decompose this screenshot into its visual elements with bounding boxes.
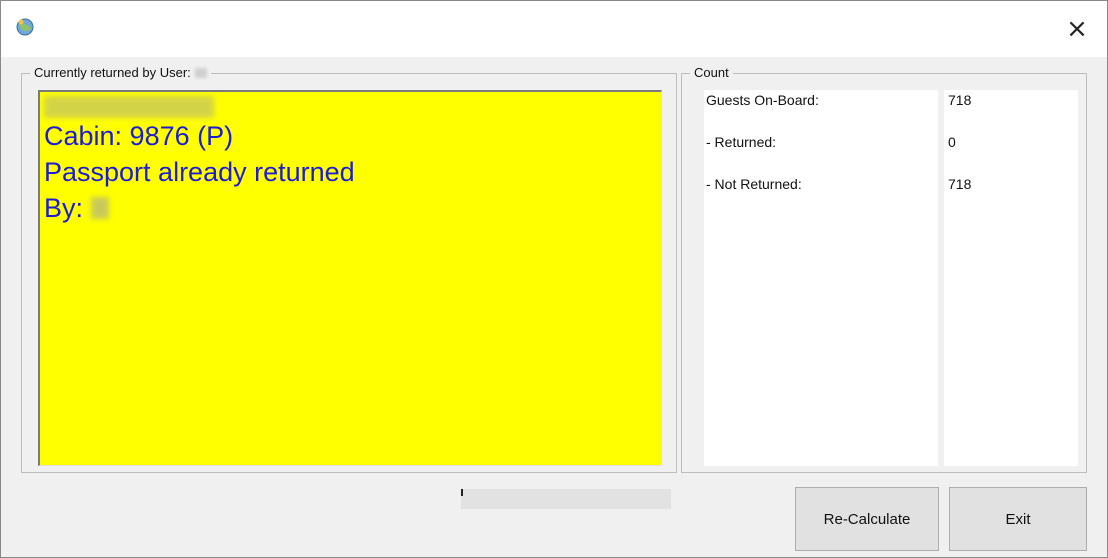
returned-by-redacted — [91, 197, 110, 219]
count-value-returned: 0 — [948, 134, 956, 150]
returned-by-label: By: — [44, 193, 84, 223]
currently-returned-group: Currently returned by User: Cabin: 9876 … — [21, 65, 677, 473]
progress-bar — [461, 489, 671, 509]
exit-button[interactable]: Exit — [949, 487, 1087, 551]
cabin-line: Cabin: 9876 (P) — [44, 121, 234, 151]
count-value-guests-on-board: 718 — [948, 92, 972, 108]
count-values-list: 718 0 718 — [944, 90, 1078, 466]
user-name-redacted — [194, 67, 207, 78]
count-labels-list: Guests On-Board: - Returned: - Not Retur… — [704, 90, 938, 466]
app-globe-icon — [16, 18, 34, 36]
returned-by-line: By: — [44, 190, 657, 226]
title-bar: × — [1, 1, 1107, 57]
count-group: Count Guests On-Board: - Returned: - Not… — [681, 65, 1087, 473]
currently-returned-label: Currently returned by User: — [34, 65, 191, 80]
count-value-not-returned: 718 — [948, 176, 972, 192]
count-legend: Count — [690, 65, 733, 80]
passport-return-window: × Currently returned by User: Cabin: 987… — [0, 0, 1108, 558]
count-legend-label: Count — [694, 65, 729, 80]
guest-name-line — [44, 96, 657, 118]
count-label-not-returned: - Not Returned: — [706, 176, 802, 192]
passport-status-panel: Cabin: 9876 (P) Passport already returne… — [38, 90, 662, 466]
currently-returned-legend: Currently returned by User: — [30, 65, 211, 80]
close-button[interactable]: × — [1047, 1, 1107, 57]
progress-indicator — [461, 489, 463, 496]
status-line: Passport already returned — [44, 157, 355, 187]
guest-name-redacted — [44, 96, 214, 118]
recalculate-button[interactable]: Re-Calculate — [795, 487, 939, 551]
count-label-returned: - Returned: — [706, 134, 777, 150]
count-label-guests-on-board: Guests On-Board: — [706, 92, 819, 108]
